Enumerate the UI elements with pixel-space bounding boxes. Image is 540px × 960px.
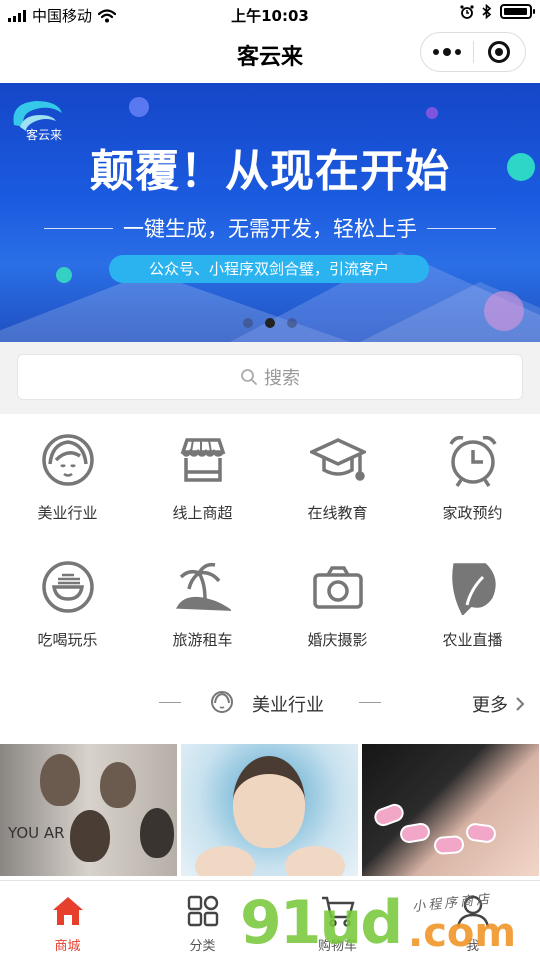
- dot-icon: [432, 49, 439, 55]
- category-item-housekeeping[interactable]: 家政预约: [405, 414, 540, 541]
- illustration-shape: [40, 754, 80, 806]
- illustration-shape: [233, 756, 305, 848]
- decor-bubble: [56, 267, 72, 283]
- status-bar: 中国移动 上午10:03: [0, 0, 540, 28]
- category-item-supermarket[interactable]: 线上商超: [135, 414, 270, 541]
- bottom-tab-bar: 商城 分类 购物车 我: [0, 880, 540, 960]
- tab-me[interactable]: 我: [405, 881, 540, 960]
- decor-bubble: [426, 107, 438, 119]
- illustration-shape: [195, 846, 255, 876]
- illustration-shape: [398, 821, 432, 845]
- user-icon: [456, 895, 489, 928]
- divider-line: [159, 702, 181, 703]
- illustration-shape: [371, 801, 407, 829]
- palm-island-icon: [175, 562, 231, 611]
- target-icon: [488, 41, 511, 63]
- dot-icon: [442, 48, 451, 56]
- miniprogram-capsule: [420, 32, 526, 72]
- category-label: 美业行业: [37, 504, 98, 522]
- battery-icon: [500, 4, 535, 19]
- illustration-shape: [100, 762, 136, 808]
- category-item-wedding-photo[interactable]: 婚庆摄影: [270, 541, 405, 668]
- divider-line: [427, 227, 496, 229]
- tab-label: 我: [465, 939, 479, 954]
- alarm-clock-icon: [448, 435, 497, 487]
- search-input[interactable]: 搜索: [17, 354, 523, 400]
- illustration-shape: [433, 834, 465, 856]
- product-card-hair-salon[interactable]: YOU AR: [0, 744, 177, 876]
- category-item-entertainment[interactable]: 吃喝玩乐: [0, 541, 135, 668]
- product-card-text: YOU AR: [8, 824, 65, 842]
- section-header: 美业行业 更多: [0, 680, 540, 724]
- decor-bubble: [129, 97, 149, 117]
- carousel-dot[interactable]: [243, 318, 253, 328]
- leaf-icon: [451, 563, 496, 615]
- banner-pill: 公众号、小程序双剑合璧，引流客户: [109, 255, 429, 283]
- search-placeholder: 搜索: [264, 368, 300, 389]
- category-label: 农业直播: [442, 631, 503, 649]
- category-item-education[interactable]: 在线教育: [270, 414, 405, 541]
- banner-headline: 颠覆！从现在开始: [90, 146, 450, 197]
- category-label: 家政预约: [442, 504, 503, 522]
- camera-icon: [312, 566, 363, 609]
- category-label: 婚庆摄影: [307, 631, 368, 649]
- more-label: 更多: [472, 695, 508, 716]
- carousel-dot[interactable]: [287, 318, 297, 328]
- illustration-shape: [464, 822, 498, 844]
- tab-label: 购物车: [317, 939, 357, 954]
- illustration-shape: [285, 846, 345, 876]
- product-row: YOU AR: [0, 744, 540, 876]
- category-grid-icon: [187, 895, 218, 927]
- banner-subline-row: 一键生成，无需开发，轻松上手: [44, 213, 496, 243]
- banner-subline: 一键生成，无需开发，轻松上手: [123, 217, 417, 241]
- nav-bar: 客云来: [0, 28, 540, 82]
- tab-home[interactable]: 商城: [0, 881, 135, 960]
- chevron-right-icon: [516, 697, 525, 711]
- more-link[interactable]: 更多: [472, 691, 526, 717]
- tab-cart[interactable]: 购物车: [270, 881, 405, 960]
- alarm-icon: [460, 4, 474, 19]
- dot-icon: [454, 49, 461, 55]
- status-right: [460, 4, 535, 19]
- close-miniprogram-button[interactable]: [473, 33, 525, 71]
- divider-line: [359, 702, 381, 703]
- category-label: 在线教育: [307, 504, 368, 522]
- category-grid: 美业行业 线上商超 在线教育 家政预约 吃喝玩乐 旅游租车 婚庆摄影 农业直播: [0, 414, 540, 668]
- product-card-skincare[interactable]: [181, 744, 358, 876]
- illustration-shape: [70, 810, 110, 862]
- graduation-cap-icon: [309, 438, 366, 481]
- woman-face-icon: [41, 434, 94, 486]
- category-item-beauty[interactable]: 美业行业: [0, 414, 135, 541]
- carousel-dot-active[interactable]: [265, 318, 275, 328]
- promo-banner[interactable]: 客云来 颠覆！从现在开始 一键生成，无需开发，轻松上手 公众号、小程序双剑合璧，…: [0, 83, 540, 342]
- woman-face-icon: [211, 691, 233, 713]
- category-label: 吃喝玩乐: [37, 631, 98, 649]
- carousel-indicator: [0, 318, 540, 328]
- category-item-travel[interactable]: 旅游租车: [135, 541, 270, 668]
- noodle-bowl-icon: [41, 561, 94, 613]
- product-card-nail-art[interactable]: [362, 744, 539, 876]
- category-label: 线上商超: [172, 504, 233, 522]
- category-item-agriculture[interactable]: 农业直播: [405, 541, 540, 668]
- tab-label: 商城: [54, 939, 81, 954]
- storefront-icon: [180, 438, 225, 482]
- search-area: 搜索: [0, 342, 540, 414]
- shopping-cart-icon: [321, 896, 355, 927]
- more-options-button[interactable]: [421, 33, 473, 71]
- search-icon: [241, 369, 257, 385]
- category-label: 旅游租车: [172, 631, 233, 649]
- divider-line: [44, 227, 113, 229]
- illustration-shape: [140, 808, 174, 858]
- tab-category[interactable]: 分类: [135, 881, 270, 960]
- home-icon: [52, 897, 83, 925]
- status-time: 上午10:03: [231, 7, 309, 25]
- tab-label: 分类: [189, 939, 216, 954]
- bluetooth-icon: [482, 4, 492, 19]
- section-title: 美业行业: [252, 695, 324, 716]
